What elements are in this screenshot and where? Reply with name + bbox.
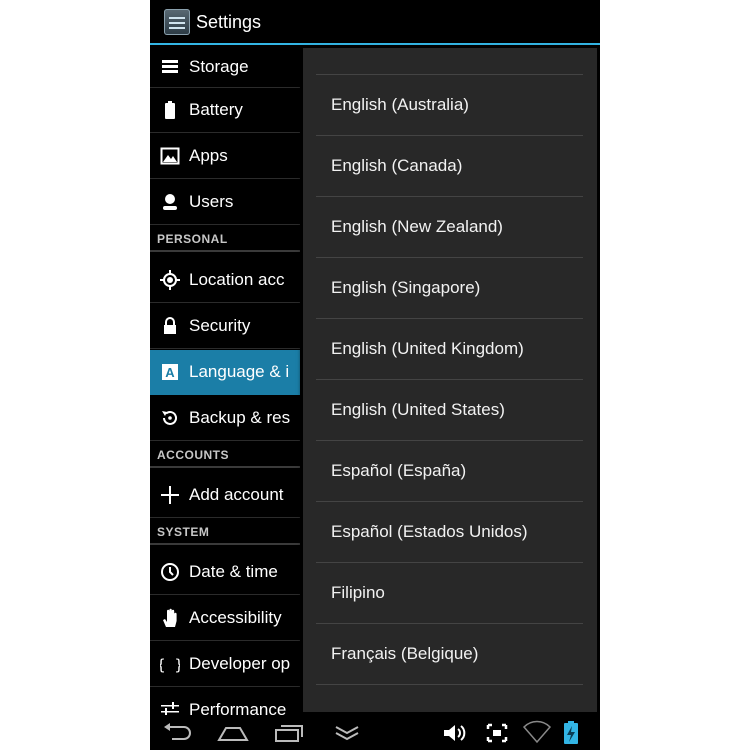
wifi-icon xyxy=(520,720,554,746)
list-item[interactable]: English (Australia) xyxy=(316,75,583,136)
sidebar-item-language[interactable]: A Language & i xyxy=(150,350,300,395)
list-item[interactable]: Español (Estados Unidos) xyxy=(316,502,583,563)
sidebar-item-accessibility[interactable]: Accessibility xyxy=(150,596,300,641)
sidebar-item-label: Apps xyxy=(189,146,228,165)
section-header-system: SYSTEM xyxy=(150,525,300,545)
section-header-personal: PERSONAL xyxy=(150,232,300,252)
navigation-bar xyxy=(150,715,600,750)
screenshot-icon[interactable] xyxy=(480,720,514,746)
svg-text:A: A xyxy=(165,365,175,380)
language-icon: A xyxy=(160,362,180,382)
sidebar-item-add-account[interactable]: Add account xyxy=(150,473,300,518)
apps-icon xyxy=(160,146,180,166)
sidebar-item-security[interactable]: Security xyxy=(150,304,300,349)
sidebar-item-performance[interactable]: Performance xyxy=(150,688,300,715)
app-title: Settings xyxy=(196,12,262,32)
sidebar-item-battery[interactable]: Battery xyxy=(150,88,300,133)
list-item-partial[interactable] xyxy=(316,48,583,75)
sidebar-item-label: Battery xyxy=(189,100,243,119)
sidebar-item-label: Language & i xyxy=(189,362,290,381)
sidebar-item-date-time[interactable]: Date & time xyxy=(150,550,300,595)
list-item[interactable]: Español (España) xyxy=(316,441,583,502)
list-item[interactable]: English (Canada) xyxy=(316,136,583,197)
sidebar-item-label: Add account xyxy=(189,485,284,504)
sliders-icon xyxy=(160,701,180,715)
list-item[interactable]: Filipino xyxy=(316,563,583,624)
list-item[interactable]: English (New Zealand) xyxy=(316,197,583,258)
sidebar-item-label: Date & time xyxy=(189,562,278,581)
storage-icon xyxy=(160,57,180,77)
list-item[interactable]: Français (Belgique) xyxy=(316,624,583,685)
home-icon[interactable] xyxy=(216,720,250,746)
sidebar-item-location[interactable]: Location acc xyxy=(150,258,300,303)
lock-icon xyxy=(160,316,180,336)
braces-icon: { } xyxy=(160,654,180,674)
sidebar-item-backup[interactable]: Backup & res xyxy=(150,396,300,441)
sidebar-item-label: Users xyxy=(189,192,234,211)
sidebar-item-users[interactable]: Users xyxy=(150,180,300,225)
sidebar-item-label: Performance xyxy=(189,700,287,715)
clock-icon xyxy=(160,562,180,582)
hand-icon xyxy=(160,608,180,628)
volume-icon[interactable] xyxy=(440,720,474,746)
list-item[interactable]: English (United States) xyxy=(316,380,583,441)
sidebar-item-label: Developer op xyxy=(189,654,291,673)
svg-text:{ }: { } xyxy=(160,656,180,674)
settings-app-icon[interactable] xyxy=(164,9,190,35)
sidebar-item-label: Security xyxy=(189,316,251,335)
location-icon xyxy=(160,270,180,290)
sidebar-item-apps[interactable]: Apps xyxy=(150,134,300,179)
action-bar: Settings xyxy=(150,0,600,45)
list-item[interactable]: English (Singapore) xyxy=(316,258,583,319)
backup-icon xyxy=(160,408,180,428)
back-icon[interactable] xyxy=(162,720,196,746)
sidebar-item-label: Accessibility xyxy=(189,608,282,627)
settings-sidebar: Storage Battery Apps Users PERSONAL Loca… xyxy=(150,45,300,715)
sidebar-item-label: Storage xyxy=(189,57,249,76)
sidebar-item-developer[interactable]: { } Developer op xyxy=(150,642,300,687)
battery-icon xyxy=(160,100,180,120)
sidebar-item-label: Location acc xyxy=(189,270,285,289)
hide-keyboard-icon[interactable] xyxy=(330,720,364,746)
sidebar-item-storage[interactable]: Storage xyxy=(150,45,300,88)
users-icon xyxy=(160,192,180,212)
section-header-accounts: ACCOUNTS xyxy=(150,448,300,468)
language-dropdown[interactable]: English (Australia) English (Canada) Eng… xyxy=(303,48,597,712)
recent-apps-icon[interactable] xyxy=(272,720,306,746)
battery-charging-icon xyxy=(554,720,588,746)
sidebar-item-label: Backup & res xyxy=(189,408,291,427)
list-item[interactable]: English (United Kingdom) xyxy=(316,319,583,380)
device-screen: Settings Storage Battery Apps Users PERS… xyxy=(150,0,600,750)
plus-icon xyxy=(160,485,180,505)
